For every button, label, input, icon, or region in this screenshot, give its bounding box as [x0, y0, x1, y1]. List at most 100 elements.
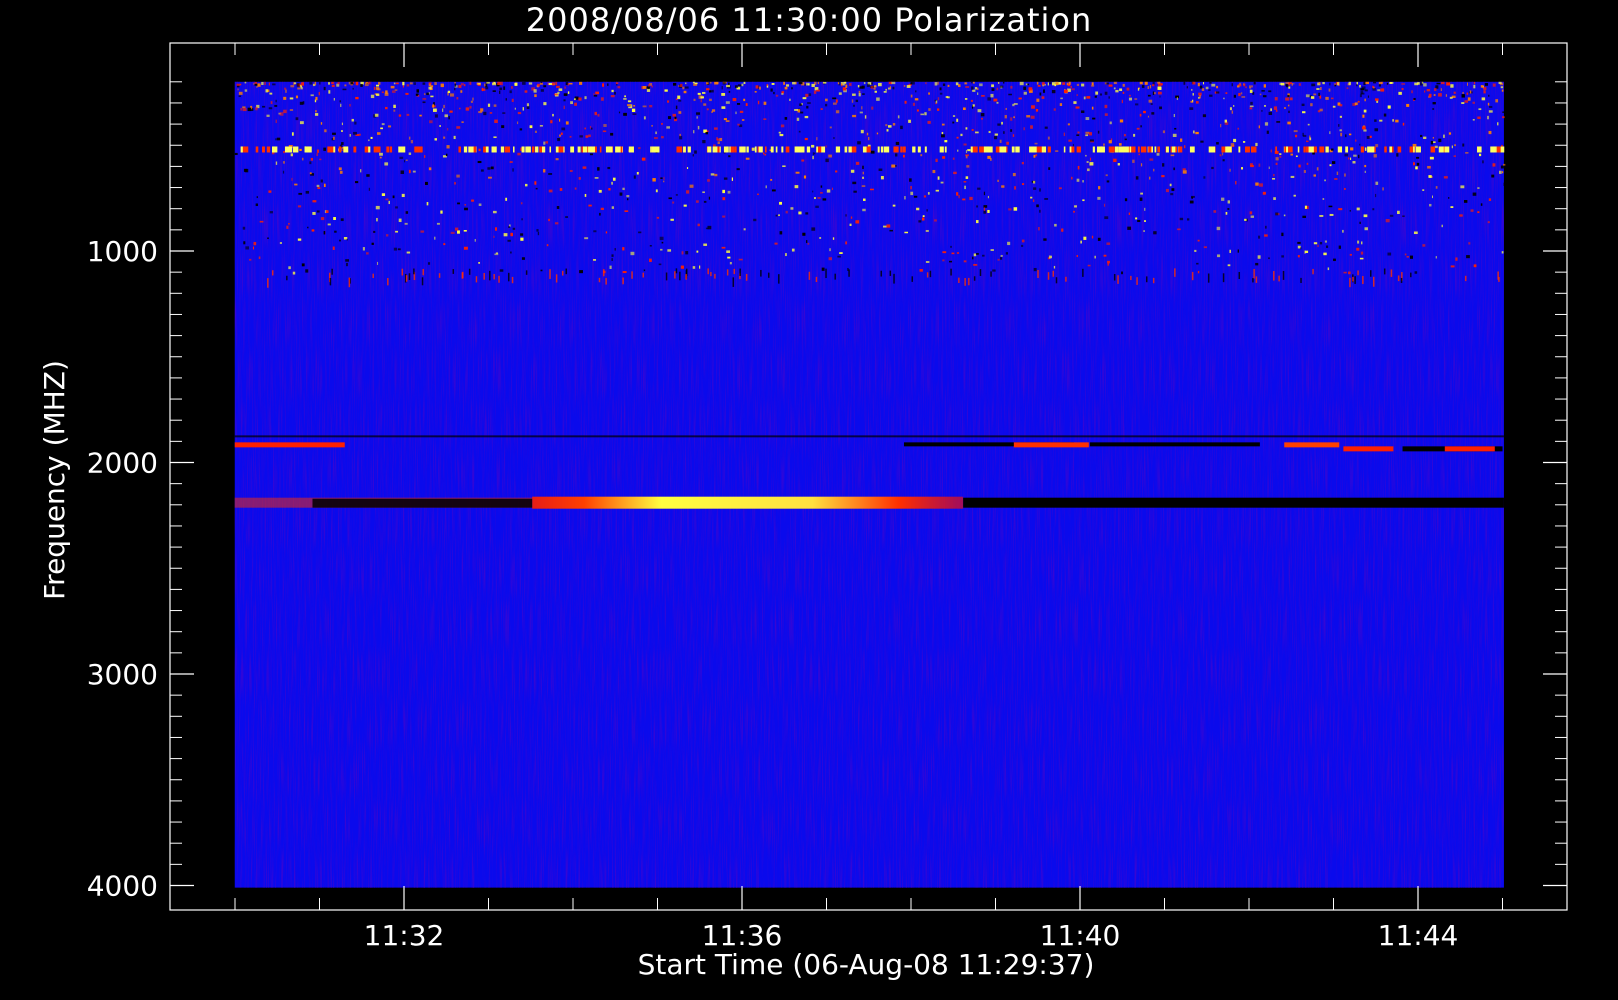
noise-speck [375, 205, 380, 210]
band-speck [862, 146, 867, 153]
noise-speck [568, 82, 573, 85]
noise-speck [826, 189, 831, 193]
noise-speck [410, 139, 413, 144]
noise-speck [970, 81, 973, 84]
band-speck [1166, 146, 1169, 153]
noise-speck [1302, 215, 1307, 218]
noise-speck [244, 168, 249, 173]
noise-speck [279, 112, 284, 116]
noise-speck [1197, 82, 1200, 87]
band-speck [734, 146, 737, 153]
band-speck [764, 146, 767, 153]
noise-speck [1231, 110, 1233, 114]
noise-speck [1018, 97, 1022, 100]
noise-speck [721, 246, 726, 249]
noise-speck [1104, 104, 1108, 109]
noise-speck [957, 149, 959, 152]
noise-speck [1012, 172, 1016, 177]
noise-speck [1359, 84, 1361, 88]
noise-speck [1250, 215, 1254, 218]
noise-speck [706, 88, 710, 91]
noise-speck [1297, 245, 1301, 249]
noise-speck [1202, 82, 1205, 85]
noise-speck [440, 83, 444, 88]
noise-speck [1304, 205, 1307, 209]
noise-speck [1222, 159, 1225, 162]
noise-speck [859, 86, 864, 89]
noise-speck [1288, 110, 1290, 113]
band-speck [398, 146, 402, 153]
noise-speck [1000, 254, 1003, 257]
noise-speck [1137, 88, 1140, 91]
noise-speck [1051, 82, 1055, 86]
noise-speck [1273, 106, 1278, 110]
noise-speck [807, 242, 810, 245]
noise-speck [706, 130, 709, 132]
noise-speck [820, 108, 823, 111]
noise-speck [1478, 153, 1482, 157]
noise-speck [430, 95, 434, 98]
noise-speck [1149, 158, 1154, 161]
noise-speck [503, 86, 506, 90]
band-speck [485, 146, 489, 153]
noise-speck [852, 93, 856, 96]
noise-speck [1344, 187, 1346, 190]
noise-speck [276, 137, 281, 141]
noise-speck [1363, 109, 1367, 113]
band-speck [1477, 146, 1482, 153]
noise-speck [1244, 218, 1247, 221]
noise-speck [1238, 92, 1241, 97]
noise-speck [619, 192, 623, 196]
noise-speck [323, 231, 326, 235]
noise-speck [857, 141, 861, 145]
noise-speck [1068, 139, 1072, 142]
noise-speck [927, 192, 930, 195]
noise-speck [1087, 264, 1091, 267]
noise-speck [1023, 86, 1027, 90]
band-speck [674, 271, 676, 279]
noise-speck [835, 110, 840, 114]
noise-speck [1344, 173, 1346, 177]
noise-speck [603, 124, 607, 127]
band-speck [1352, 276, 1354, 282]
noise-speck [243, 241, 246, 245]
noise-speck [736, 168, 740, 171]
band-speck [1092, 146, 1095, 153]
noise-speck [630, 251, 635, 256]
noise-speck [533, 89, 537, 93]
noise-speck [839, 252, 843, 254]
noise-speck [1183, 145, 1186, 149]
noise-speck [1395, 119, 1399, 123]
noise-speck [923, 195, 927, 198]
noise-speck [709, 98, 712, 102]
noise-speck [320, 122, 323, 125]
noise-speck [617, 86, 621, 89]
noise-speck [365, 82, 369, 84]
noise-speck [1135, 103, 1139, 106]
noise-speck [258, 256, 261, 259]
noise-speck [741, 83, 744, 87]
noise-speck [1470, 209, 1474, 212]
noise-speck [1121, 99, 1123, 104]
noise-speck [670, 218, 674, 221]
noise-speck [1289, 97, 1293, 101]
noise-speck [408, 136, 411, 140]
noise-speck [841, 83, 843, 86]
noise-speck [305, 269, 309, 273]
band-speck [1244, 146, 1250, 153]
band-speck [1337, 146, 1343, 153]
noise-speck [1197, 96, 1200, 99]
noise-speck [780, 124, 785, 128]
noise-speck [1472, 101, 1475, 104]
band-speck [1117, 275, 1119, 284]
noise-speck [1135, 176, 1139, 180]
noise-speck [1106, 242, 1111, 245]
noise-speck [862, 93, 865, 95]
noise-speck [291, 177, 293, 181]
noise-speck [545, 141, 549, 144]
noise-speck [1406, 255, 1409, 258]
noise-speck [1227, 208, 1230, 210]
noise-speck [1153, 168, 1155, 172]
noise-speck [1298, 83, 1301, 86]
negative-band [963, 497, 1504, 508]
